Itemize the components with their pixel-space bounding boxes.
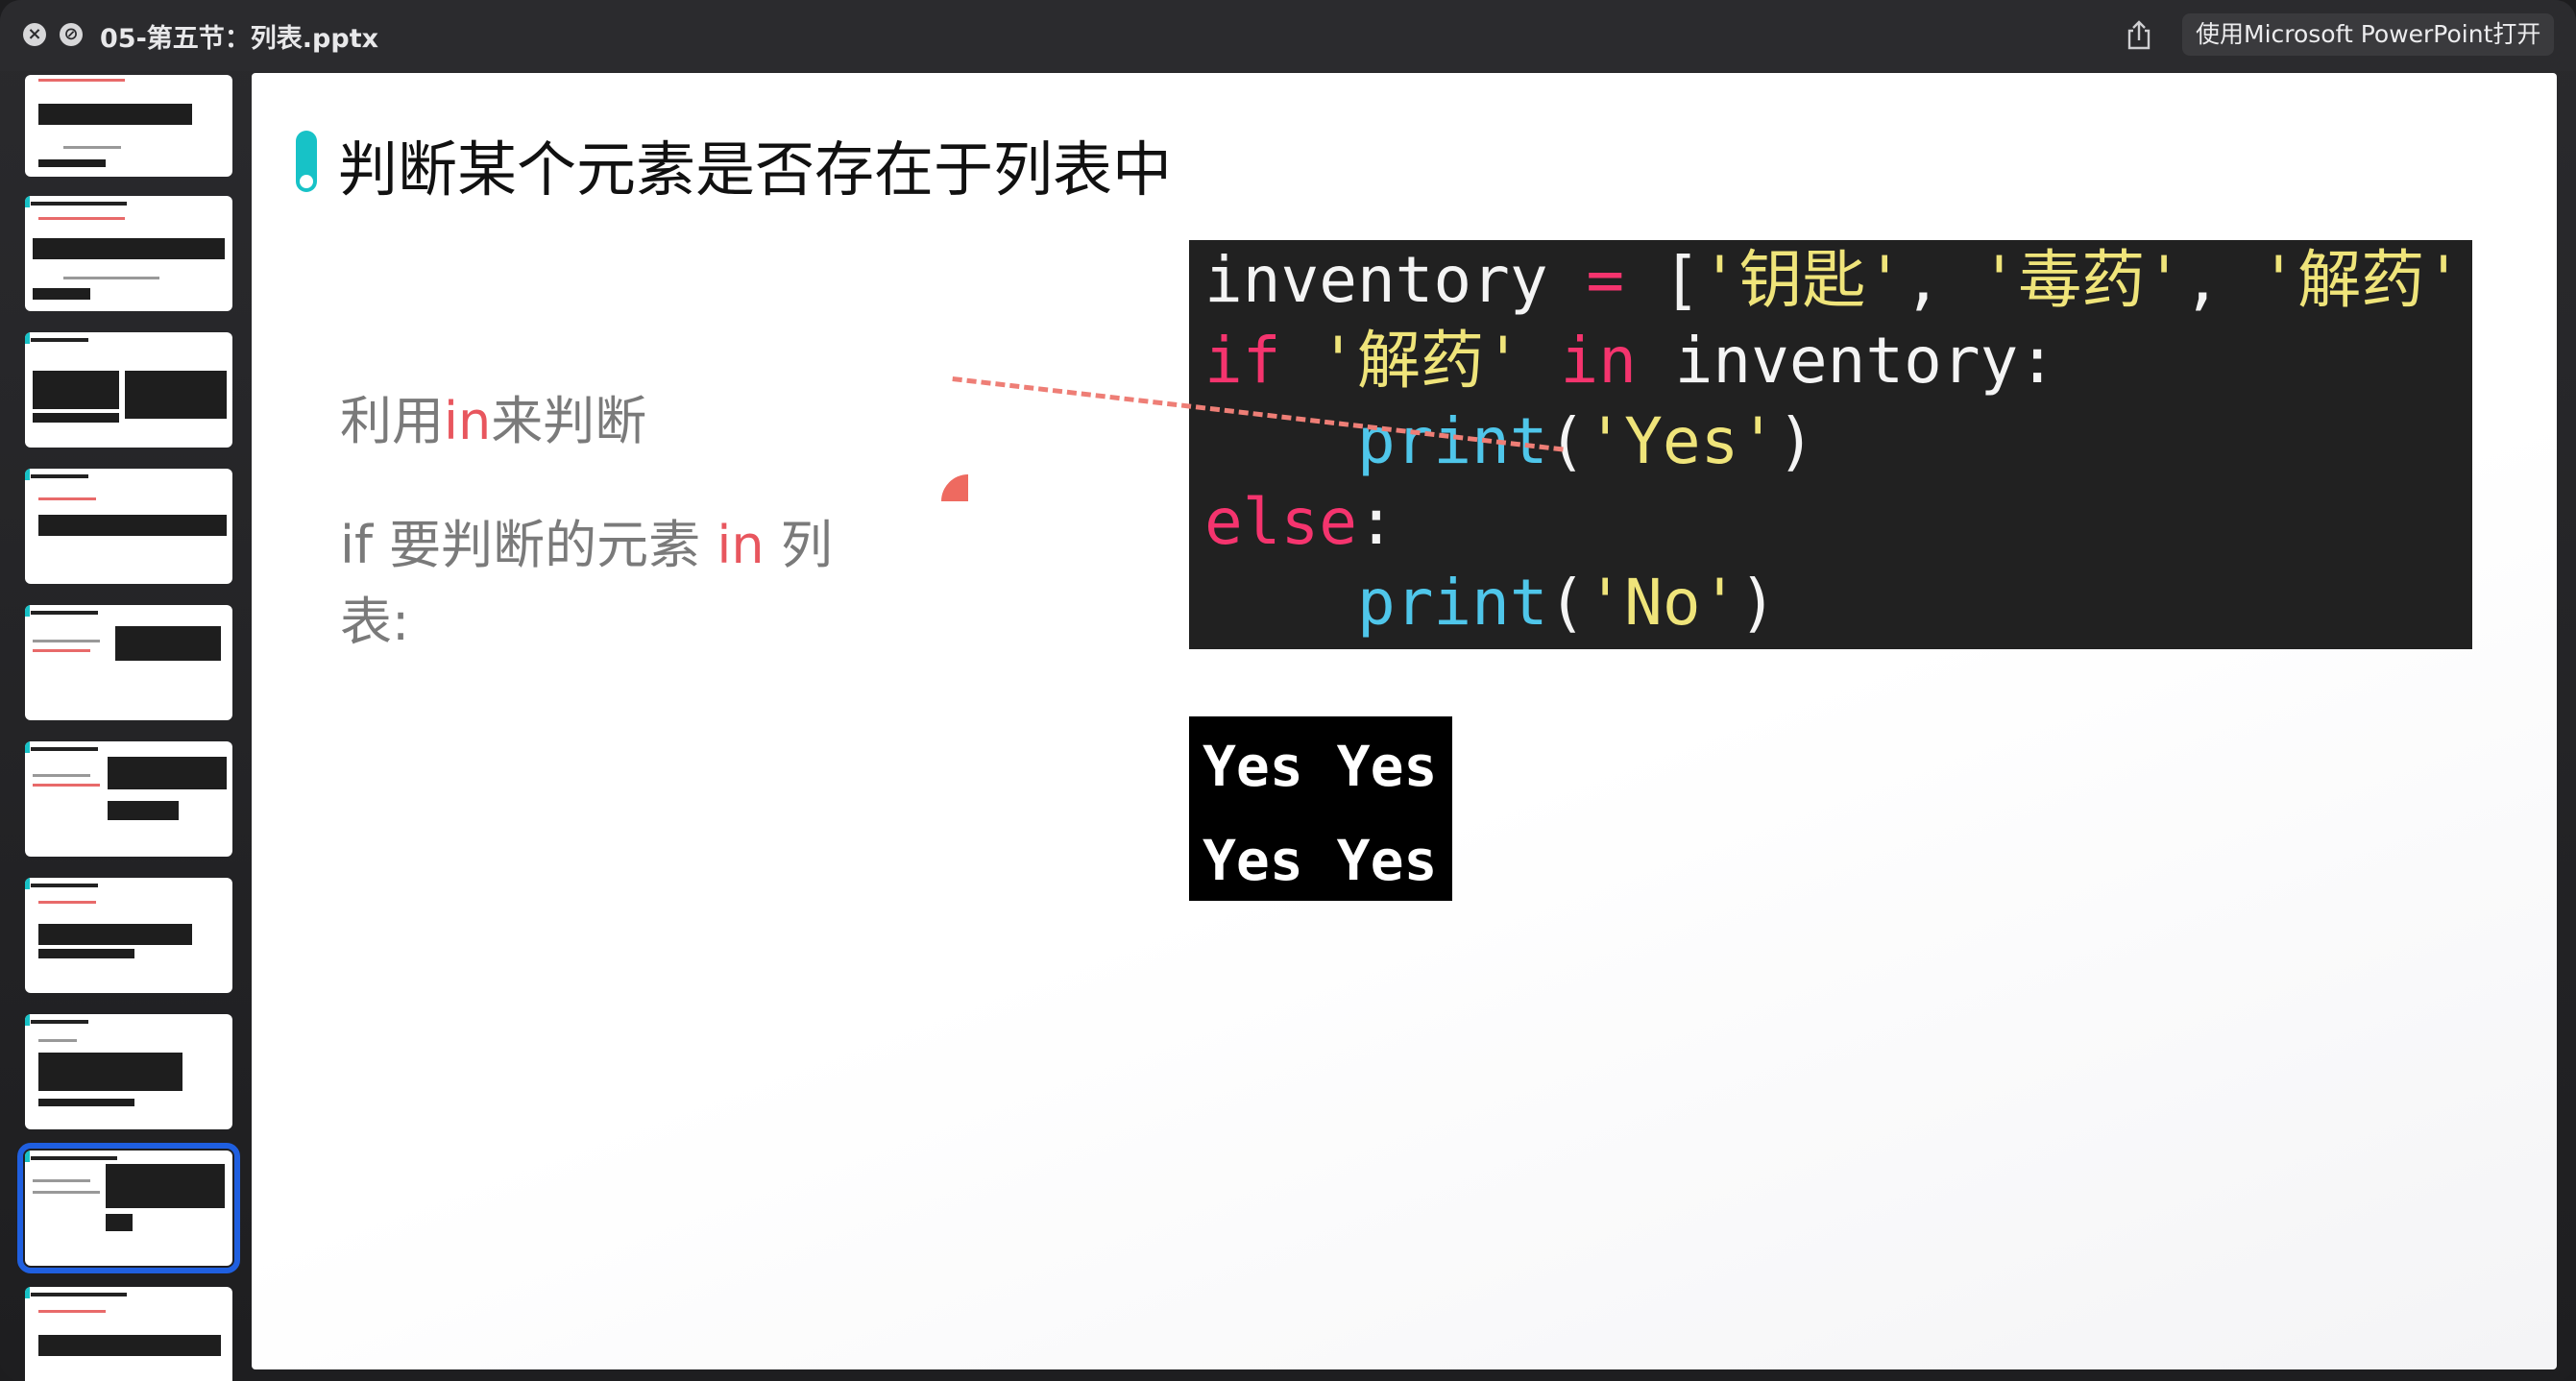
slide-thumbnail[interactable] bbox=[25, 75, 232, 177]
code-block: inventory = ['钥匙', '毒药', '解药' if '解药' in… bbox=[1189, 240, 2472, 649]
slide-thumbnail[interactable] bbox=[25, 878, 232, 993]
close-icon[interactable]: × bbox=[23, 23, 46, 46]
title-bar: × ⊘ 05-第五节：列表.pptx 使用Microsoft PowerPoin… bbox=[0, 0, 2576, 71]
title-accent-icon bbox=[296, 131, 317, 192]
code-line-4: else: bbox=[1204, 485, 1396, 559]
code-line-5: print('No') bbox=[1356, 566, 1778, 640]
code-line-1: inventory = ['钥匙', '毒药', '解药' bbox=[1204, 243, 2464, 317]
code-line-2: if '解药' in inventory: bbox=[1204, 324, 2057, 398]
app-window: × ⊘ 05-第五节：列表.pptx 使用Microsoft PowerPoin… bbox=[0, 0, 2576, 1381]
slide-thumbnail[interactable] bbox=[25, 332, 232, 448]
bullet-text-2: if 要判断的元素 in 列表: bbox=[340, 515, 833, 652]
slide-thumbnail[interactable] bbox=[25, 469, 232, 584]
output-row-2: Yes Yes bbox=[1203, 828, 1438, 893]
slide-thumbnail-current[interactable] bbox=[17, 1143, 240, 1273]
minimize-icon[interactable]: ⊘ bbox=[60, 23, 83, 46]
slide-thumbnail[interactable] bbox=[25, 1287, 232, 1381]
open-in-powerpoint-button[interactable]: 使用Microsoft PowerPoint打开 bbox=[2182, 13, 2555, 56]
window-title: 05-第五节：列表.pptx bbox=[100, 24, 379, 54]
slide-thumbnail[interactable] bbox=[25, 1014, 232, 1129]
output-block: Yes Yes Yes Yes bbox=[1189, 716, 1452, 901]
decorative-quarter-circle-icon bbox=[941, 474, 968, 501]
slide-thumbnail[interactable] bbox=[25, 741, 232, 857]
bullet-text-1: 利用in来判断 bbox=[340, 391, 647, 451]
slide-canvas: 判断某个元素是否存在于列表中 利用in来判断 if 要判断的元素 in 列表: … bbox=[252, 73, 2557, 1369]
slide-thumbnail-list[interactable] bbox=[0, 71, 246, 1381]
slide-title: 判断某个元素是否存在于列表中 bbox=[338, 134, 1173, 205]
share-icon[interactable] bbox=[2125, 19, 2153, 50]
slide-thumbnail[interactable] bbox=[25, 196, 232, 311]
output-row-1: Yes Yes bbox=[1203, 734, 1438, 799]
slide-thumbnail[interactable] bbox=[25, 605, 232, 720]
